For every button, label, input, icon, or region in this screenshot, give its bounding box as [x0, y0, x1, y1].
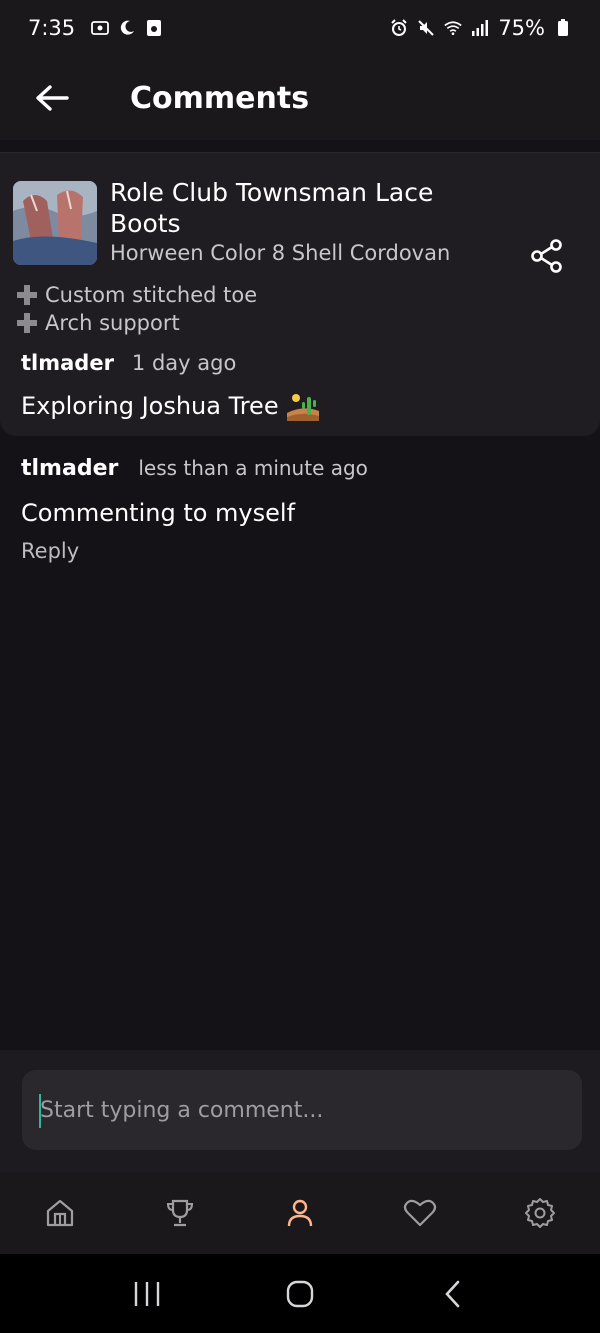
comments-content: Role Club Townsman Lace Boots Horween Co…: [0, 140, 600, 1162]
status-time: 7:35: [28, 16, 76, 40]
post-username[interactable]: tlmader: [21, 351, 114, 375]
comment-timestamp: less than a minute ago: [138, 456, 368, 480]
post-subtitle: Horween Color 8 Shell Cordovan: [110, 241, 451, 265]
comment-meta: tlmader less than a minute ago: [21, 456, 581, 481]
page-title: Comments: [130, 80, 310, 116]
bottom-nav: [0, 1172, 600, 1254]
back-system-button[interactable]: [423, 1264, 483, 1324]
signal-icon: [471, 19, 489, 37]
moon-icon: [118, 19, 136, 37]
nav-favorites[interactable]: [390, 1183, 450, 1243]
trophy-icon: [166, 1199, 194, 1227]
post-feature: Custom stitched toe: [15, 283, 257, 307]
boots-photo[interactable]: [13, 181, 97, 265]
app-bar: Comments: [0, 56, 600, 140]
share-button[interactable]: [526, 235, 568, 277]
comment-text: Commenting to myself: [21, 499, 296, 527]
post-body: Exploring Joshua Tree: [21, 391, 319, 421]
post-title: Role Club Townsman Lace Boots: [110, 178, 434, 238]
reply-button[interactable]: Reply: [21, 539, 79, 563]
home-circle-icon: [286, 1280, 314, 1307]
post-meta: tlmader 1 day ago: [21, 351, 236, 375]
chevron-left-icon: [445, 1280, 460, 1307]
share-icon: [531, 239, 562, 273]
wifi-icon: [444, 19, 463, 37]
profile-icon: [287, 1199, 313, 1227]
battery-icon: [554, 19, 572, 37]
home-system-button[interactable]: [270, 1264, 330, 1324]
recents-icon: [134, 1281, 159, 1306]
nav-settings[interactable]: [510, 1183, 570, 1243]
post-feature-label: Custom stitched toe: [45, 283, 258, 307]
plus-icon: [15, 283, 39, 307]
comment-composer: [0, 1050, 600, 1172]
arrow-left-icon: [36, 85, 69, 111]
alarm-icon: [390, 19, 408, 37]
text-cursor: [39, 1094, 41, 1128]
heart-icon: [403, 1199, 437, 1227]
screen-record-icon: [91, 19, 110, 37]
calendar-icon: [145, 19, 163, 37]
post-card[interactable]: Role Club Townsman Lace Boots Horween Co…: [0, 152, 600, 436]
status-icons-left: [91, 19, 163, 37]
back-button[interactable]: [22, 68, 82, 128]
post-body-text: Exploring Joshua Tree: [21, 392, 279, 420]
post-timestamp: 1 day ago: [131, 351, 237, 375]
post-feature: Arch support: [15, 311, 180, 335]
status-right: 75%: [390, 16, 572, 40]
comment-input[interactable]: [22, 1070, 582, 1150]
comment-item: tlmader less than a minute ago Commentin…: [21, 456, 581, 563]
nav-home[interactable]: [30, 1183, 90, 1243]
nav-profile[interactable]: [270, 1183, 330, 1243]
post-feature-label: Arch support: [45, 311, 180, 335]
status-left: 7:35: [28, 16, 163, 40]
recents-button[interactable]: [117, 1264, 177, 1324]
status-bar: 7:35 75%: [0, 0, 600, 56]
comment-username[interactable]: tlmader: [21, 456, 118, 481]
system-nav: [0, 1254, 600, 1333]
nav-trophy[interactable]: [150, 1183, 210, 1243]
battery-percent: 75%: [498, 16, 545, 40]
mute-icon: [417, 19, 435, 37]
home-icon: [46, 1199, 74, 1227]
plus-icon: [15, 311, 39, 335]
desert-icon: [286, 391, 319, 421]
settings-icon: [525, 1198, 555, 1228]
